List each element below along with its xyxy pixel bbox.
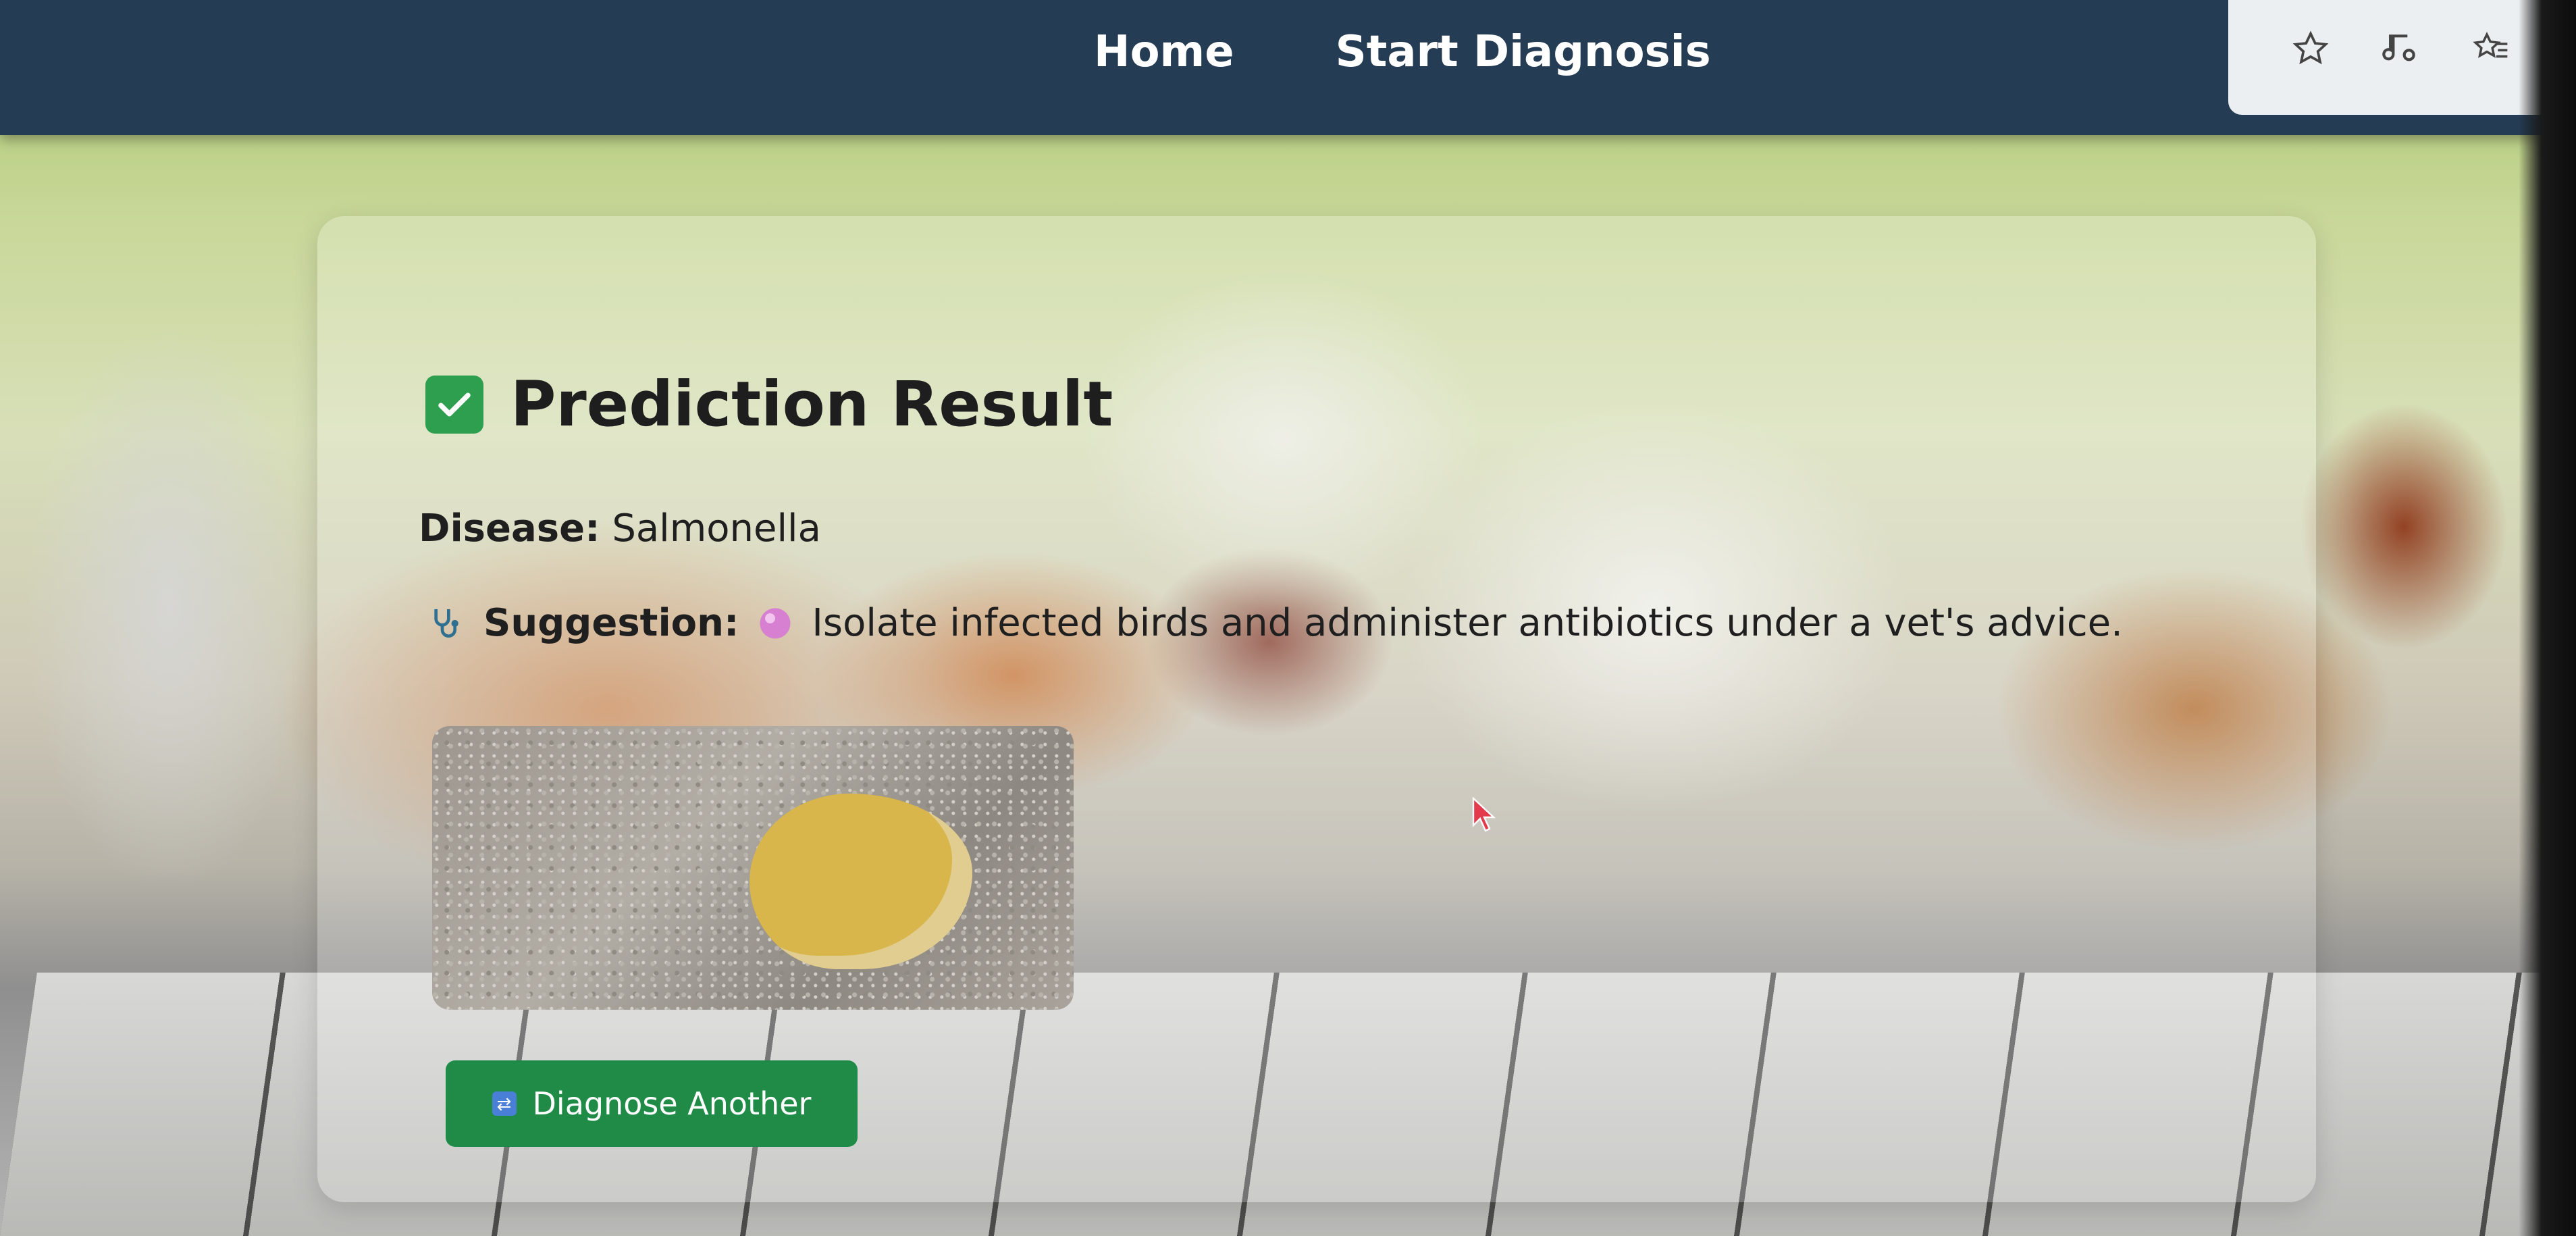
nav-start-diagnosis-link[interactable]: Start Diagnosis <box>1336 27 1711 77</box>
suggestion-label: Suggestion: <box>483 601 739 645</box>
diagnose-another-label: Diagnose Another <box>532 1085 812 1122</box>
music-note-icon[interactable] <box>2380 27 2423 70</box>
nav-home-link[interactable]: Home <box>1094 27 1234 77</box>
mouse-cursor-icon <box>1472 796 1496 832</box>
disease-label: Disease: <box>419 507 600 550</box>
title-row: Prediction Result <box>425 368 1113 440</box>
favorites-icon[interactable] <box>2470 27 2513 70</box>
stethoscope-icon <box>425 602 469 645</box>
suggestion-row: Suggestion: Isolate infected birds and a… <box>425 601 2123 645</box>
sample-droppings-blob <box>750 794 972 969</box>
pill-icon <box>754 602 797 645</box>
check-mark-icon <box>425 375 483 434</box>
page-title: Prediction Result <box>510 368 1113 440</box>
screen-bezel <box>2519 0 2576 1236</box>
prediction-result-card: Prediction Result Disease: Salmonella Su… <box>317 216 2316 1202</box>
nav-links: Home Start Diagnosis <box>1094 27 1711 77</box>
disease-row: Disease: Salmonella <box>419 507 821 550</box>
star-icon[interactable] <box>2289 27 2332 70</box>
uploaded-sample-image <box>432 726 1074 1010</box>
disease-value: Salmonella <box>612 507 821 550</box>
repeat-icon: ⇄ <box>492 1091 517 1116</box>
top-navbar: Home Start Diagnosis <box>0 0 2576 135</box>
suggestion-text: Isolate infected birds and administer an… <box>812 601 2123 645</box>
diagnose-another-button[interactable]: ⇄ Diagnose Another <box>446 1060 858 1147</box>
